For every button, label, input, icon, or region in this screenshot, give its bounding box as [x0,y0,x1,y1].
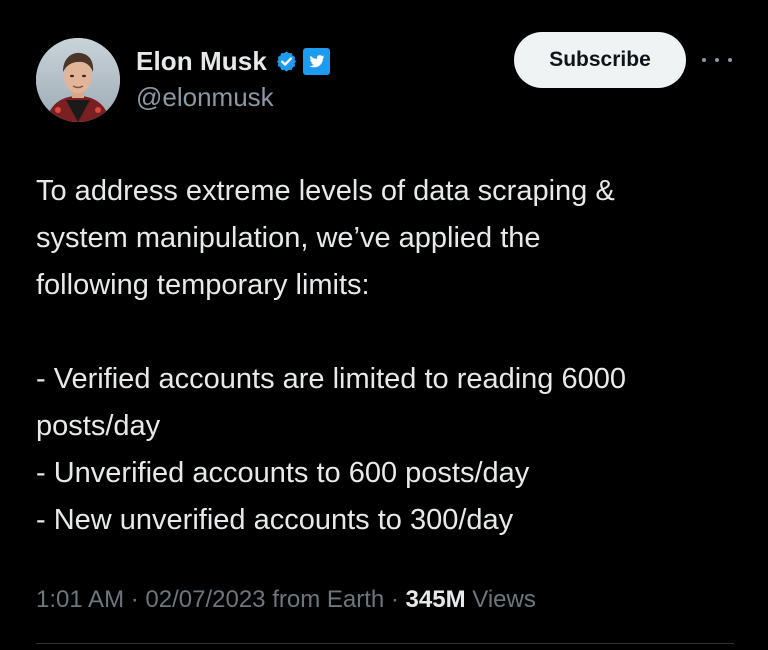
more-dot [702,58,706,62]
tweet-meta: 1:01 AM · 02/07/2023 from Earth · 345M V… [36,586,536,614]
tweet-line: system manipulation, we’ve applied the [36,222,541,254]
verified-badge-icon[interactable] [275,50,298,73]
views-label: Views [472,586,536,613]
tweet: Elon Musk @elonmusk Subscribe To address… [0,0,768,650]
subscribe-button[interactable]: Subscribe [514,32,686,88]
tweet-date[interactable]: 02/07/2023 [145,586,265,613]
more-dot [728,58,732,62]
views-count[interactable]: 345M [406,586,466,613]
more-dot [715,58,719,62]
meta-separator: · [124,586,146,613]
divider [36,643,734,644]
avatar[interactable] [36,38,120,122]
author-name-row: Elon Musk [136,44,330,78]
tweet-line: following temporary limits: [36,269,370,301]
meta-separator: · [384,586,406,613]
tweet-text: To address extreme levels of data scrapi… [36,168,736,544]
tweet-line: To address extreme levels of data scrapi… [36,175,615,207]
twitter-bird-icon[interactable] [302,47,330,75]
more-dots-icon[interactable] [702,48,732,72]
handle[interactable]: @elonmusk [136,82,274,113]
tweet-line: - New unverified accounts to 300/day [36,504,514,536]
tweet-time[interactable]: 1:01 AM [36,586,124,613]
tweet-line: - Unverified accounts to 600 posts/day [36,457,530,489]
tweet-source: from Earth [272,586,385,613]
tweet-line: posts/day [36,410,161,442]
avatar-image [36,38,120,122]
tweet-line: - Verified accounts are limited to readi… [36,363,627,395]
display-name[interactable]: Elon Musk [136,46,267,77]
